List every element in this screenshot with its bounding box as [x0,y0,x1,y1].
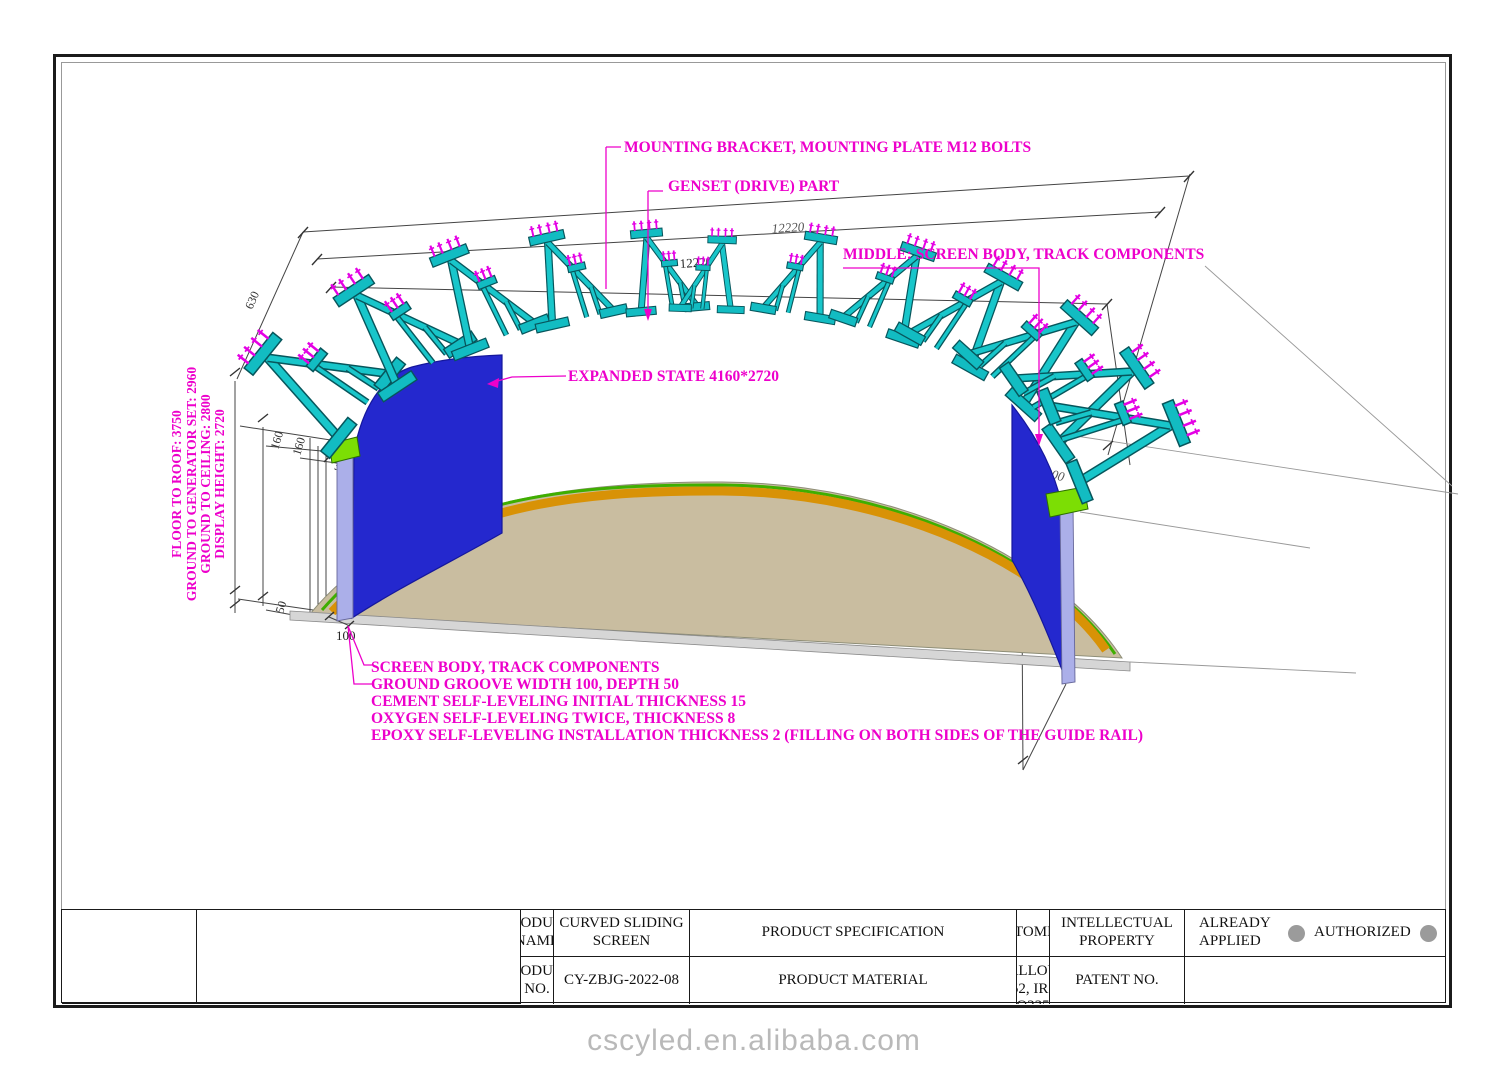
label-genset: GENSET (DRIVE) PART [668,178,840,195]
ip-status-cell: ALREADY APPLIED AUTHORIZED [1185,910,1445,957]
patent-value [1185,957,1445,1004]
ip-applied-label: ALREADY APPLIED [1199,915,1279,950]
watermark: cscyled.en.alibaba.com [0,1024,1508,1058]
ip-label: INTELLECTUAL PROPERTY [1050,910,1185,957]
mounting-bracket [514,210,628,333]
note-line-1: SCREEN BODY, TRACK COMPONENTS [371,659,660,676]
label-expanded-state: EXPANDED STATE 4160*2720 [568,368,779,385]
spacer-column-2 [197,910,521,1004]
label-mounting-bracket: MOUNTING BRACKET, MOUNTING PLATE M12 BOL… [624,139,1031,156]
spacer-column-1 [62,910,197,1004]
note-line-2: GROUND GROOVE WIDTH 100, DEPTH 50 [371,676,679,693]
drawing-sheet: 12220 12220 630 160 160 380 50 100 1300 … [0,0,1508,1067]
label-middle-screen: MIDDLE: SCREEN BODY, TRACK COMPONENTS [843,246,1204,263]
note-line-4: OXYGEN SELF-LEVELING TWICE, THICKNESS 8 [371,710,735,727]
height-label-1: FLOOR TO ROOF: 3750 [169,410,184,558]
technical-drawing: 12220 12220 630 160 160 380 50 100 1300 … [0,0,1508,1067]
material-value: ALUMINUM ALLOY 5052, IRON Q235 [1017,957,1050,1004]
ip-authorized-dot [1420,925,1437,942]
spec-value: CUSTOMIZED [1017,910,1050,957]
product-no-label: PRODUCT NO. [521,957,554,1004]
dim-50: 50 [272,599,289,615]
note-line-3: CEMENT SELF-LEVELING INITIAL THICKNESS 1… [371,693,746,710]
patent-label: PATENT NO. [1050,957,1185,1004]
dim-span-top: 12220 [771,219,805,236]
ip-authorized-label: AUTHORIZED [1314,924,1411,942]
screen-right-edge-column [1060,504,1075,684]
note-line-5: EPOXY SELF-LEVELING INSTALLATION THICKNE… [371,727,1143,744]
dim-630: 630 [242,289,262,311]
product-name-label: PRODUCT NAME [521,910,554,957]
screen-left-edge-column [337,449,353,621]
dim-160b: 160 [289,436,308,457]
title-block: PRODUCT NAME CURVED SLIDING SCREEN PRODU… [61,909,1446,1003]
height-label-3: GROUND TO CEILING: 2800 [198,394,213,573]
product-no-value: CY-ZBJG-2022-08 [554,957,690,1004]
height-label-4: DISPLAY HEIGHT: 2720 [212,409,227,559]
ip-applied-dot [1288,925,1305,942]
height-label-2: GROUND TO GENERATOR SET: 2960 [184,367,199,602]
spec-label: PRODUCT SPECIFICATION [690,910,1017,957]
product-name-value: CURVED SLIDING SCREEN [554,910,690,957]
material-label: PRODUCT MATERIAL [690,957,1017,1004]
